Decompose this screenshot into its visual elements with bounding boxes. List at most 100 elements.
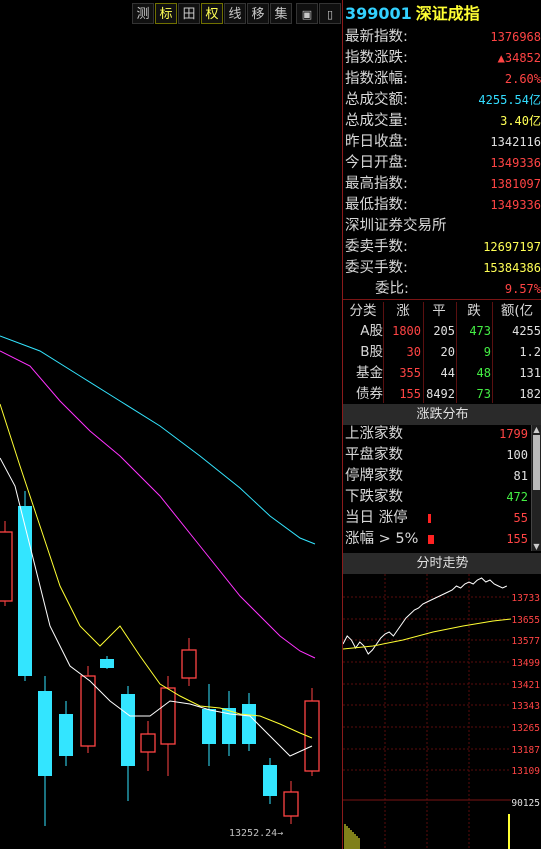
price-axis-label: 13499 xyxy=(511,658,540,669)
price-axis-label: 13109 xyxy=(511,766,540,777)
distribution-label: 停牌家数 xyxy=(345,468,403,484)
quote-row: 今日开盘: 1349336 xyxy=(343,153,541,174)
quote-label: 最低指数: xyxy=(345,197,408,213)
table-cell: 205 xyxy=(433,324,455,338)
quote-value: 2.60% xyxy=(504,72,541,86)
table-cell: 355 xyxy=(399,366,421,380)
order-label: 委比: xyxy=(375,281,409,297)
table-cell: 473 xyxy=(469,324,491,338)
distribution-label: 下跌家数 xyxy=(345,489,403,505)
distribution-value: 55 xyxy=(513,511,528,525)
distribution-value: 472 xyxy=(506,490,528,504)
quote-label: 指数涨跌: xyxy=(345,50,408,66)
quote-value: 1349336 xyxy=(490,156,541,170)
scroll-up-icon[interactable]: ▲ xyxy=(532,425,541,434)
candle-body xyxy=(160,687,176,745)
quote-value: 1342116 xyxy=(490,135,541,149)
candle-body xyxy=(202,709,216,744)
quote-value: ▲34852 xyxy=(497,51,541,65)
candle-body xyxy=(100,659,114,668)
price-axis-label: 13655 xyxy=(511,615,540,626)
quote-label: 总成交额: xyxy=(345,92,408,108)
exchange-name: 深圳证券交易所 xyxy=(345,218,447,234)
category-row: B股 30 20 9 1.2 xyxy=(343,342,541,363)
price-axis-label: 13187 xyxy=(511,745,540,756)
tb-button-line[interactable]: 线 xyxy=(224,3,246,24)
column-header: 额(亿 xyxy=(500,303,534,319)
distribution-value: 100 xyxy=(506,448,528,462)
tb-button-measure[interactable]: 测 xyxy=(132,3,154,24)
category-row: 基金 355 44 48 131 xyxy=(343,363,541,384)
intraday-header[interactable]: 分时走势 xyxy=(343,553,541,574)
quote-row: 昨日收盘: 1342116 xyxy=(343,132,541,153)
order-value: 9.57% xyxy=(504,282,541,296)
table-col-divider xyxy=(492,302,493,403)
tb-button-mark[interactable]: 标 xyxy=(155,3,177,24)
low-price-label: 13252.24→ xyxy=(229,828,284,839)
column-header: 涨 xyxy=(396,303,410,319)
table-col-divider xyxy=(423,302,424,403)
divider xyxy=(343,299,541,300)
table-cell: 20 xyxy=(440,345,455,359)
table-cell: 8492 xyxy=(426,387,455,401)
table-cell: A股 xyxy=(360,323,383,339)
candle-body xyxy=(80,675,96,747)
quote-label: 最高指数: xyxy=(345,176,408,192)
tb-button-move[interactable]: 移 xyxy=(247,3,269,24)
quote-panel: 399001 深证成指 最新指数: 1376968 指数涨跌: ▲34852 指数涨幅: 2… xyxy=(342,0,541,849)
price-axis-label: 13343 xyxy=(511,701,540,712)
distribution-bar xyxy=(428,514,431,523)
candle-body xyxy=(181,649,197,679)
distribution-label: 平盘家数 xyxy=(345,447,403,463)
window-icon[interactable]: ▣ xyxy=(296,3,318,24)
table-cell: 基金 xyxy=(356,365,383,381)
candle-body xyxy=(18,506,32,676)
scroll-thumb[interactable] xyxy=(533,435,540,490)
candle-body xyxy=(242,704,256,744)
price-line xyxy=(342,577,508,655)
exchange-name-row: 深圳证券交易所 xyxy=(343,216,541,237)
tb-button-rights[interactable]: 权 xyxy=(201,3,223,24)
table-cell: 48 xyxy=(476,366,491,380)
quote-value: 1376968 xyxy=(490,30,541,44)
column-header: 跌 xyxy=(467,303,481,319)
distribution-scrollbar[interactable]: ▲ ▼ xyxy=(531,425,541,551)
tb-button-set[interactable]: 集 xyxy=(270,3,292,24)
column-header: 平 xyxy=(432,303,446,319)
quote-value: 1381097 xyxy=(490,177,541,191)
ma10-line xyxy=(0,403,313,739)
candle-body xyxy=(263,765,277,796)
panel-toggle-icon[interactable]: ▯ xyxy=(319,3,341,24)
distribution-row: 上涨家数 1799 xyxy=(343,424,532,445)
candle-body xyxy=(121,694,135,766)
kline-chart[interactable] xyxy=(0,26,342,849)
quote-label: 昨日收盘: xyxy=(345,134,408,150)
quote-row: 最新指数: 1376968 xyxy=(343,27,541,48)
distribution-header[interactable]: 涨跌分布 xyxy=(343,404,541,425)
grid-icon[interactable]: 田 xyxy=(178,3,200,24)
distribution-value: 81 xyxy=(513,469,528,483)
order-label: 委卖手数: xyxy=(345,239,408,255)
distribution-row: 当日 涨停 55 xyxy=(343,508,532,529)
category-row: 债券 155 8492 73 182 xyxy=(343,384,541,405)
intraday-chart[interactable]: 13733 13655 13577 13499 13421 13343 13265 13187… xyxy=(342,574,541,849)
distribution-label: 涨幅 > 5% xyxy=(345,531,419,547)
table-cell: 4255 xyxy=(512,324,541,338)
distribution-bar xyxy=(428,535,434,544)
table-col-divider xyxy=(383,302,384,403)
volume-axis-label: 90125 xyxy=(511,798,540,809)
distribution-row: 涨幅 > 5% 155 xyxy=(343,529,532,550)
distribution-value: 155 xyxy=(506,532,528,546)
quote-label: 总成交量: xyxy=(345,113,408,129)
candle-body xyxy=(283,791,299,817)
quote-value: 1349336 xyxy=(490,198,541,212)
candle-body xyxy=(59,714,73,756)
category-row: A股 1800 205 473 4255 xyxy=(343,321,541,342)
index-title: 399001 深证成指 xyxy=(343,3,541,25)
price-axis-label: 13577 xyxy=(511,636,540,647)
table-cell: 债券 xyxy=(356,386,383,402)
distribution-value: 1799 xyxy=(499,427,528,441)
quote-value: 4255.54亿 xyxy=(478,93,541,107)
scroll-down-icon[interactable]: ▼ xyxy=(532,542,541,551)
distribution-row: 停牌家数 81 xyxy=(343,466,532,487)
